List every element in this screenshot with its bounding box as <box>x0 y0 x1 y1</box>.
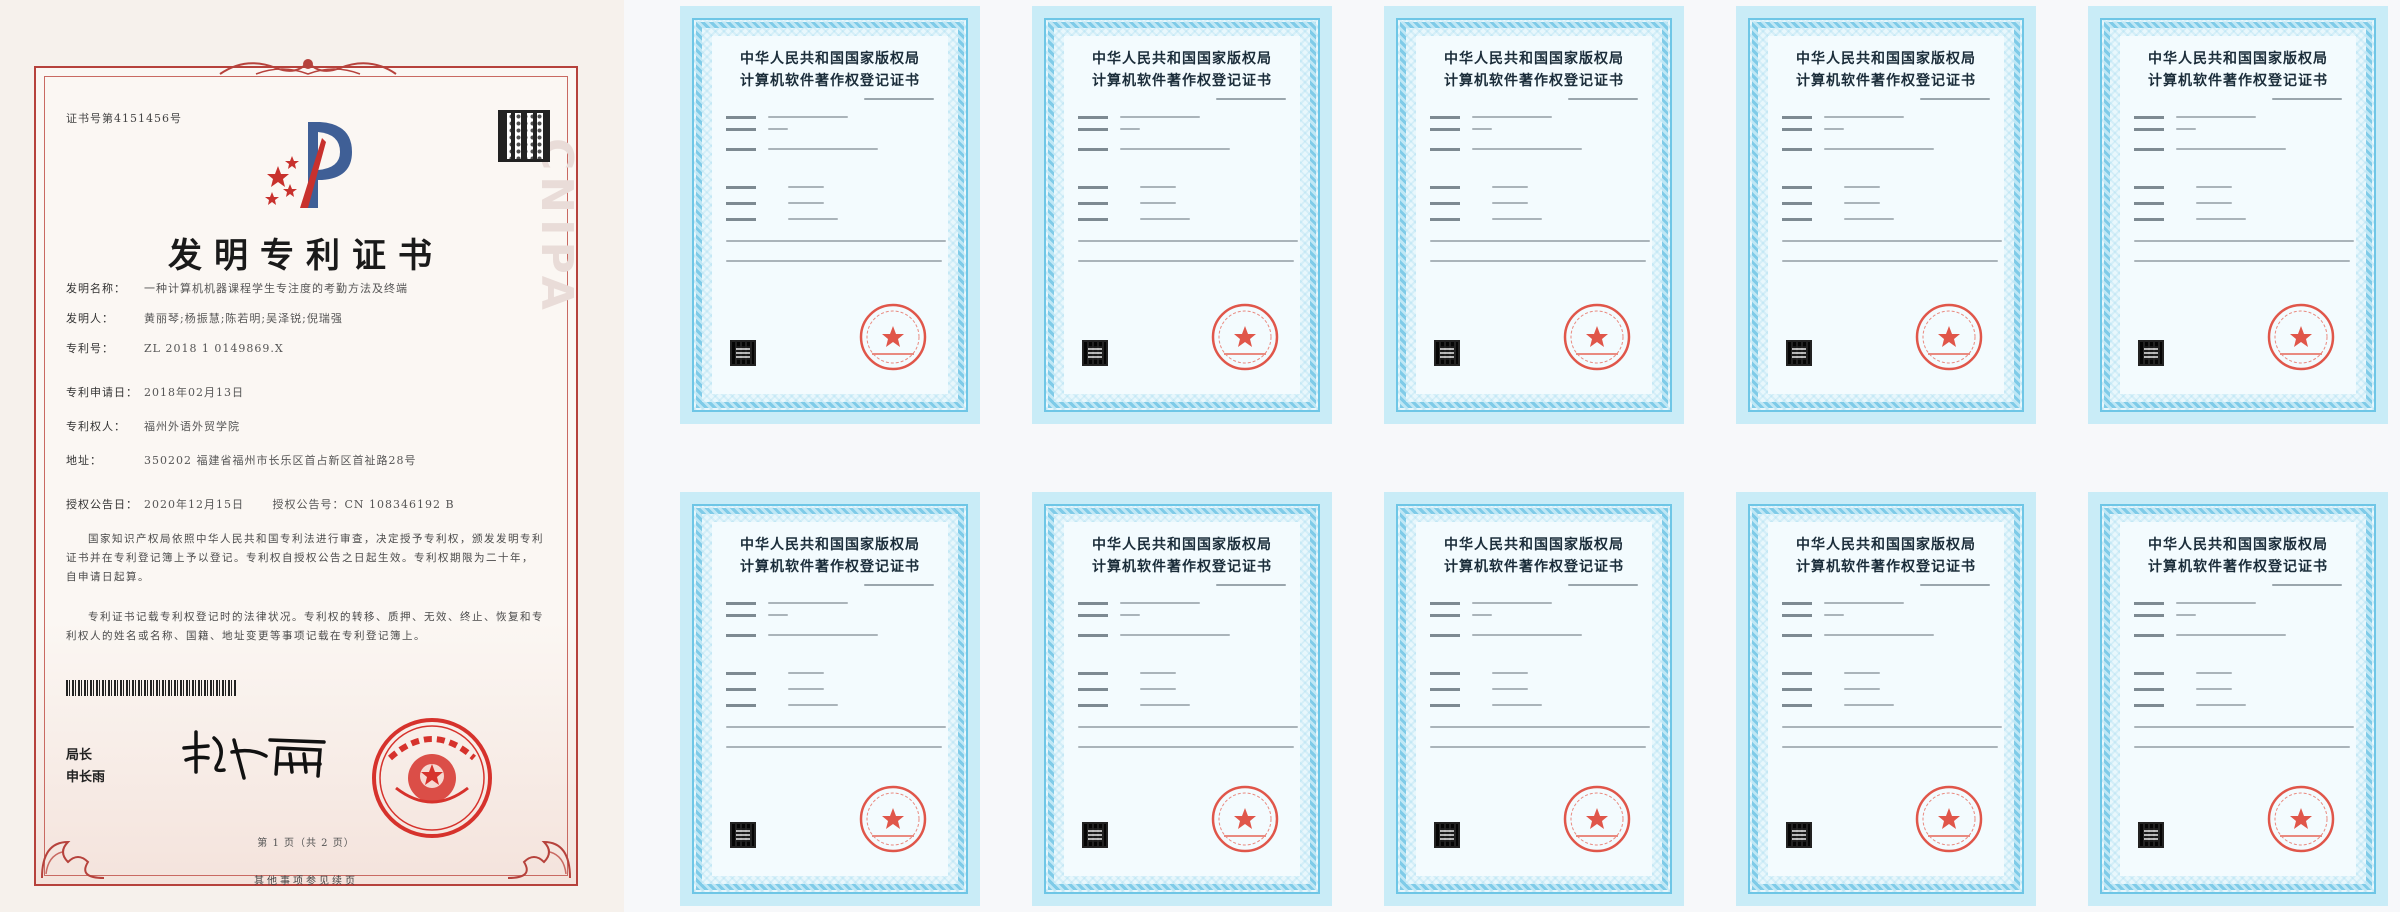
qr-code-icon <box>2138 340 2164 366</box>
page-number: 第 1 页（共 2 页） <box>257 838 355 849</box>
field-value: 2020年12月15日 <box>144 498 244 511</box>
software-copyright-certificate: 中华人民共和国国家版权局 计算机软件著作权登记证书 <box>1384 492 1684 906</box>
field-value: ZL 2018 1 0149869.X <box>144 342 284 355</box>
director-title: 局长 <box>66 748 93 763</box>
certificate-paragraph: 国家知识产权局依照中华人民共和国专利法进行审查，决定授予专利权，颁发发明专利证书… <box>66 533 544 583</box>
field-label: 授权公告日： <box>66 498 138 511</box>
seal-icon <box>1211 303 1279 371</box>
qr-code-icon <box>730 822 756 848</box>
field-label: 专利权人： <box>66 420 126 433</box>
qr-code-icon <box>1434 340 1460 366</box>
software-copyright-certificate: 中华人民共和国国家版权局 计算机软件著作权登记证书 <box>1736 6 2036 424</box>
certificate-title: 计算机软件著作权登记证书 <box>1444 559 1624 575</box>
field-label: 发明名称： <box>66 282 126 295</box>
field-value: 350202 福建省福州市长乐区首占新区首祉路28号 <box>144 454 417 467</box>
seal-icon <box>2267 303 2335 371</box>
seal-icon <box>1915 785 1983 853</box>
field-address: 地址： 350202 福建省福州市长乐区首占新区首祉路28号 <box>66 452 416 468</box>
certificate-issuer: 中华人民共和国国家版权局 <box>1092 51 1272 67</box>
qr-code-icon <box>730 340 756 366</box>
field-inventors: 发明人： 黄丽琴;杨振慧;陈若明;吴泽锐;倪瑞强 <box>66 310 343 326</box>
qr-code-icon <box>1434 822 1460 848</box>
field-label: 专利号： <box>66 342 114 355</box>
field-patent-number: 专利号： ZL 2018 1 0149869.X <box>66 340 284 356</box>
watermark: CNIPA <box>531 138 582 316</box>
field-value: 福州外语外贸学院 <box>144 420 240 433</box>
software-copyright-certificate: 中华人民共和国国家版权局 计算机软件著作权登记证书 <box>1032 6 1332 424</box>
certificate-title: 计算机软件著作权登记证书 <box>1796 73 1976 89</box>
top-ornament-icon <box>219 59 397 75</box>
certificate-issuer: 中华人民共和国国家版权局 <box>2148 537 2328 553</box>
qr-code-icon <box>1786 822 1812 848</box>
certificate-issuer: 中华人民共和国国家版权局 <box>740 51 920 67</box>
seal-icon <box>1563 785 1631 853</box>
certificate-issuer: 中华人民共和国国家版权局 <box>2148 51 2328 67</box>
barcode-icon <box>66 680 236 696</box>
software-copyright-certificate: 中华人民共和国国家版权局 计算机软件著作权登记证书 <box>2088 6 2388 424</box>
seal-icon <box>859 303 927 371</box>
field-value: 2018年02月13日 <box>144 386 244 399</box>
qr-code-icon <box>1082 340 1108 366</box>
certificate-title: 计算机软件著作权登记证书 <box>1796 559 1976 575</box>
certificate-number: 证书号第4151456号 <box>66 112 182 125</box>
publication-number: 授权公告号：CN 108346192 B <box>272 498 455 511</box>
certificate-title: 计算机软件著作权登记证书 <box>1444 73 1624 89</box>
director-name: 申长雨 <box>66 770 106 785</box>
software-copyright-certificate: 中华人民共和国国家版权局 计算机软件著作权登记证书 <box>1384 6 1684 424</box>
software-certificates-grid: 中华人民共和国国家版权局 计算机软件著作权登记证书 中华人民共和国国家版权局 计… <box>624 0 2400 912</box>
field-label: 专利申请日： <box>66 386 138 399</box>
seal-icon <box>1915 303 1983 371</box>
seal-icon <box>2267 785 2335 853</box>
field-patentee: 专利权人： 福州外语外贸学院 <box>66 418 240 434</box>
field-value: 一种计算机机器课程学生专注度的考勤方法及终端 <box>144 282 408 295</box>
qr-code-icon <box>498 110 550 162</box>
field-value: 黄丽琴;杨振慧;陈若明;吴泽锐;倪瑞强 <box>144 312 343 325</box>
software-copyright-certificate: 中华人民共和国国家版权局 计算机软件著作权登记证书 <box>2088 492 2388 906</box>
certificate-title: 计算机软件著作权登记证书 <box>740 559 920 575</box>
certificate-title: 计算机软件著作权登记证书 <box>2148 73 2328 89</box>
patent-certificate-panel: CNIPA 证书号第4151456号 发明专利证书 发明名称： 一种计算机机器课程… <box>0 0 624 912</box>
certificate-issuer: 中华人民共和国国家版权局 <box>740 537 920 553</box>
patent-certificate: CNIPA 证书号第4151456号 发明专利证书 发明名称： 一种计算机机器课程… <box>34 59 582 887</box>
certificate-issuer: 中华人民共和国国家版权局 <box>1092 537 1272 553</box>
seal-icon <box>1211 785 1279 853</box>
seal-icon <box>1563 303 1631 371</box>
signature-icon <box>182 730 326 780</box>
qr-code-icon <box>1786 340 1812 366</box>
page-title: 发明专利证书 <box>168 236 444 276</box>
qr-code-icon <box>1082 822 1108 848</box>
software-copyright-certificate: 中华人民共和国国家版权局 计算机软件著作权登记证书 <box>1032 492 1332 906</box>
field-label: 发明人： <box>66 312 114 325</box>
certificate-issuer: 中华人民共和国国家版权局 <box>1444 537 1624 553</box>
software-copyright-certificate: 中华人民共和国国家版权局 计算机软件著作权登记证书 <box>680 6 980 424</box>
certificate-title: 计算机软件著作权登记证书 <box>2148 559 2328 575</box>
certificate-title: 计算机软件著作权登记证书 <box>740 73 920 89</box>
seal-icon <box>372 718 492 838</box>
field-label: 地址： <box>66 454 102 467</box>
certificate-issuer: 中华人民共和国国家版权局 <box>1796 537 1976 553</box>
certificate-issuer: 中华人民共和国国家版权局 <box>1796 51 1976 67</box>
field-invention-name: 发明名称： 一种计算机机器课程学生专注度的考勤方法及终端 <box>66 280 408 296</box>
certificate-title: 计算机软件著作权登记证书 <box>1092 73 1272 89</box>
field-grant-date: 授权公告日： 2020年12月15日 授权公告号：CN 108346192 B <box>66 496 455 512</box>
seal-icon <box>859 785 927 853</box>
footer-note: 其他事项参见续页 <box>254 876 358 887</box>
field-application-date: 专利申请日： 2018年02月13日 <box>66 384 244 400</box>
software-copyright-certificate: 中华人民共和国国家版权局 计算机软件著作权登记证书 <box>1736 492 2036 906</box>
certificate-title: 计算机软件著作权登记证书 <box>1092 559 1272 575</box>
software-copyright-certificate: 中华人民共和国国家版权局 计算机软件著作权登记证书 <box>680 492 980 906</box>
cnipa-logo-icon <box>265 122 352 208</box>
certificate-paragraph: 专利证书记载专利权登记时的法律状况。专利权的转移、质押、无效、终止、恢复和专利权… <box>66 611 544 642</box>
qr-code-icon <box>2138 822 2164 848</box>
certificate-issuer: 中华人民共和国国家版权局 <box>1444 51 1624 67</box>
